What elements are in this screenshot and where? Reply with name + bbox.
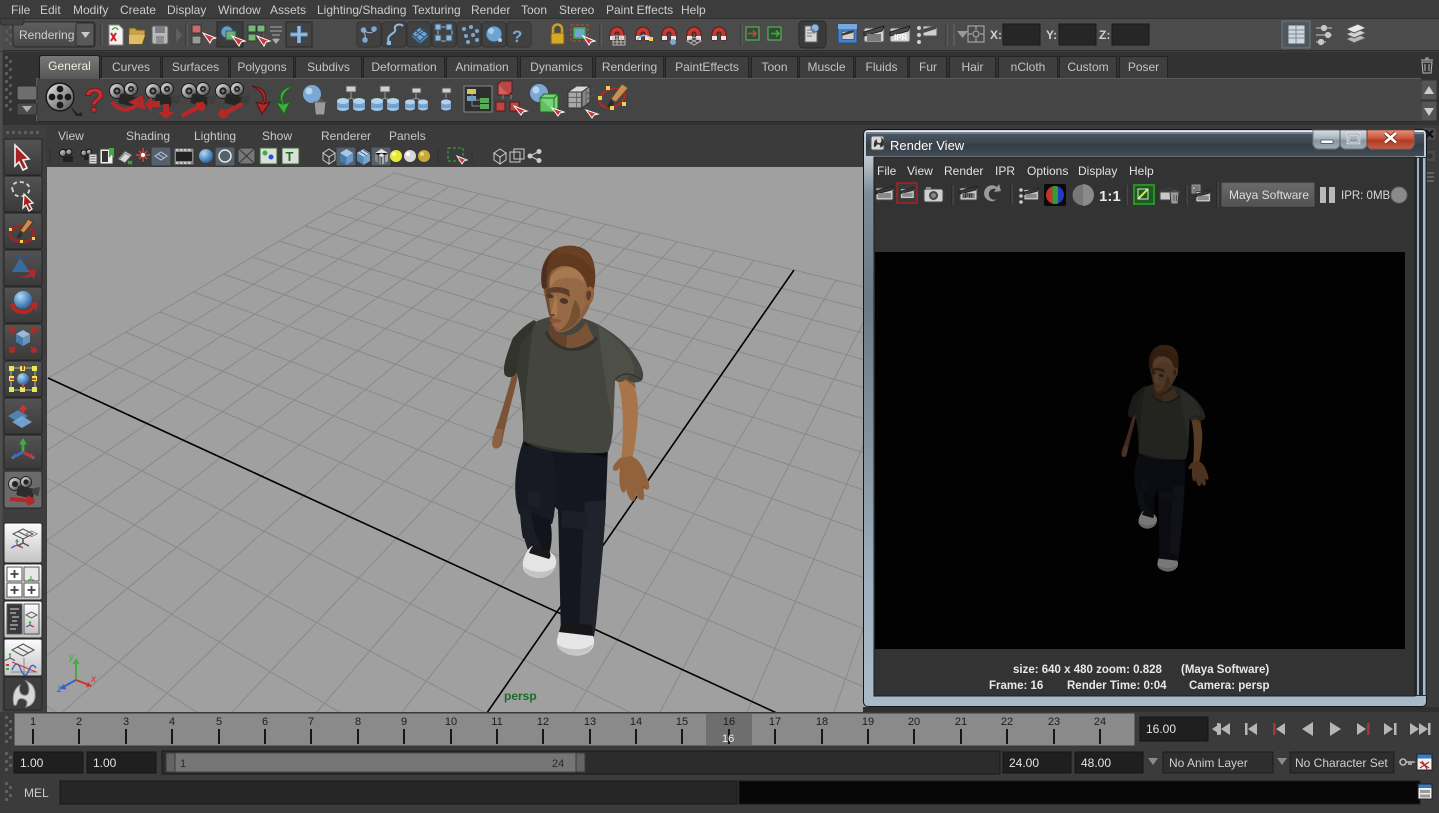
svg-text:3: 3 <box>123 716 129 728</box>
svg-text:4: 4 <box>169 716 175 728</box>
svg-text:9: 9 <box>401 716 407 728</box>
svg-text:16.00: 16.00 <box>1146 722 1176 736</box>
svg-text:19: 19 <box>862 716 874 728</box>
svg-text:22: 22 <box>1001 716 1013 728</box>
svg-text:Rendering: Rendering <box>19 28 74 42</box>
svg-text:?: ? <box>84 82 105 120</box>
svg-text:IPR: IPR <box>995 164 1015 178</box>
svg-text:12: 12 <box>537 716 549 728</box>
svg-text:T: T <box>286 149 294 164</box>
svg-text:IPR: IPR <box>963 194 974 200</box>
svg-text:X:: X: <box>990 28 1002 42</box>
svg-text:MEL: MEL <box>24 786 49 800</box>
svg-text:Render: Render <box>944 164 983 178</box>
svg-text:No Character Set: No Character Set <box>1295 756 1388 770</box>
svg-text:View: View <box>907 164 933 178</box>
svg-text:24.00: 24.00 <box>1009 756 1039 770</box>
svg-text:14: 14 <box>630 716 642 728</box>
svg-text:5: 5 <box>216 716 222 728</box>
svg-text:IPR: 0MB: IPR: 0MB <box>1341 190 1391 202</box>
svg-text:13: 13 <box>584 716 596 728</box>
svg-text:17: 17 <box>769 716 781 728</box>
svg-text:48.00: 48.00 <box>1081 756 1111 770</box>
svg-text:File: File <box>877 164 897 178</box>
svg-text:IPR: IPR <box>894 33 908 42</box>
svg-text:x: x <box>90 674 97 685</box>
svg-text:Render View: Render View <box>890 138 965 153</box>
svg-text:23: 23 <box>1048 716 1060 728</box>
svg-text:18: 18 <box>816 716 828 728</box>
svg-text:(Maya Software): (Maya Software) <box>1181 664 1269 676</box>
svg-text:Y:: Y: <box>1046 28 1057 42</box>
svg-text:21: 21 <box>955 716 967 728</box>
svg-text:8: 8 <box>355 716 361 728</box>
svg-text:15: 15 <box>676 716 688 728</box>
svg-text:11: 11 <box>491 716 502 728</box>
svg-text:20: 20 <box>908 716 920 728</box>
svg-text:": " <box>1193 188 1195 194</box>
svg-text:16: 16 <box>722 733 734 745</box>
svg-text:z: z <box>56 684 62 695</box>
svg-text:persp: persp <box>504 689 537 703</box>
svg-text:1.00: 1.00 <box>93 756 117 770</box>
svg-text:1: 1 <box>180 758 186 770</box>
svg-text:Render Time: 0:04: Render Time: 0:04 <box>1067 680 1167 692</box>
svg-text:16: 16 <box>723 716 735 728</box>
svg-text:1: 1 <box>30 716 36 728</box>
svg-text:Z:: Z: <box>1099 28 1110 42</box>
svg-text:Frame: 16: Frame: 16 <box>989 680 1043 692</box>
svg-text:size: 640 x 480 zoom: 0.828: size: 640 x 480 zoom: 0.828 <box>1013 664 1163 676</box>
svg-text:7: 7 <box>308 716 314 728</box>
svg-text:2: 2 <box>76 716 82 728</box>
svg-text:No Anim Layer: No Anim Layer <box>1169 756 1248 770</box>
svg-text:Display: Display <box>1078 164 1117 178</box>
svg-text:6: 6 <box>262 716 268 728</box>
svg-text:Options: Options <box>1027 164 1068 178</box>
svg-text:10: 10 <box>445 716 457 728</box>
svg-text:Help: Help <box>1129 164 1154 178</box>
svg-text:1.00: 1.00 <box>20 756 44 770</box>
svg-text:?: ? <box>512 27 522 46</box>
svg-text:y: y <box>68 652 75 663</box>
svg-text:Maya Software: Maya Software <box>1229 188 1309 202</box>
svg-text:1:1: 1:1 <box>1099 188 1121 205</box>
svg-text:24: 24 <box>1094 716 1106 728</box>
svg-text:24: 24 <box>552 758 564 770</box>
svg-text:Camera: persp: Camera: persp <box>1189 680 1270 692</box>
